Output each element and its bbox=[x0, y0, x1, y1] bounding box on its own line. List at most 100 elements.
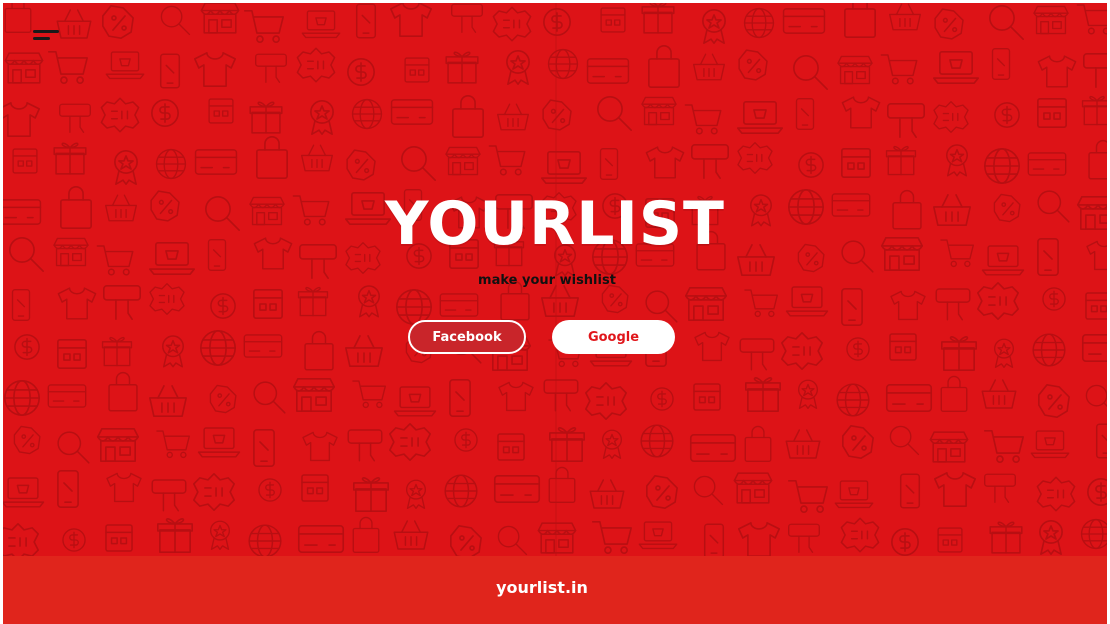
sale-tag-icon bbox=[3, 523, 40, 556]
credit-card-icon bbox=[1081, 334, 1107, 362]
shopping-bag-icon bbox=[304, 330, 334, 371]
storefront-icon bbox=[200, 3, 240, 34]
storefront-icon bbox=[96, 428, 140, 462]
globe-icon bbox=[1032, 333, 1066, 367]
coin-icon bbox=[1042, 287, 1066, 311]
magnifier-icon bbox=[497, 525, 528, 556]
basket-icon bbox=[345, 335, 383, 367]
award-icon bbox=[601, 429, 623, 459]
store-icon bbox=[889, 333, 917, 361]
globe-icon bbox=[200, 330, 236, 366]
t-shirt-icon bbox=[694, 331, 730, 362]
credit-card-icon bbox=[885, 384, 933, 412]
globe-icon bbox=[836, 383, 870, 417]
smartphone-icon bbox=[703, 523, 725, 556]
sale-tag-icon bbox=[976, 282, 1020, 320]
award-icon bbox=[702, 9, 726, 44]
magnifier-icon bbox=[253, 381, 286, 414]
globe-icon bbox=[1080, 518, 1107, 550]
store-icon bbox=[600, 7, 626, 33]
coin-icon bbox=[62, 528, 86, 552]
laptop-icon bbox=[1030, 430, 1070, 459]
storefront-icon bbox=[641, 96, 677, 126]
smartphone-icon bbox=[355, 3, 377, 39]
globe-icon bbox=[640, 424, 674, 458]
t-shirt-icon bbox=[645, 146, 685, 179]
shopping-bag-icon bbox=[940, 375, 968, 412]
shopping-cart-icon bbox=[983, 430, 1024, 463]
store-icon bbox=[301, 474, 329, 502]
globe-icon bbox=[248, 524, 282, 556]
basket-icon bbox=[497, 103, 529, 131]
basket-icon bbox=[785, 429, 821, 459]
gift-icon bbox=[989, 521, 1023, 554]
sale-tag-icon bbox=[584, 382, 628, 420]
award-icon bbox=[209, 520, 231, 550]
sale-tag-icon bbox=[780, 332, 824, 370]
t-shirt-icon bbox=[302, 431, 338, 462]
percent-icon bbox=[542, 99, 572, 131]
smartphone-icon bbox=[159, 53, 181, 89]
coin-icon bbox=[151, 99, 179, 127]
buy-sign-icon bbox=[935, 288, 971, 321]
store-icon bbox=[253, 289, 283, 319]
smartphone-icon bbox=[795, 98, 815, 130]
sale-tag-icon bbox=[296, 47, 336, 83]
storefront-icon bbox=[837, 55, 873, 85]
shopping-bag-icon bbox=[548, 466, 576, 503]
gift-icon bbox=[641, 3, 675, 34]
credit-card-icon bbox=[586, 58, 630, 84]
t-shirt-icon bbox=[193, 52, 237, 87]
storefront-icon bbox=[445, 146, 481, 176]
gift-icon bbox=[297, 286, 329, 317]
laptop-icon bbox=[540, 151, 588, 184]
smartphone-icon bbox=[899, 473, 921, 509]
shopping-cart-icon bbox=[352, 380, 386, 409]
t-shirt-icon bbox=[1037, 55, 1077, 88]
t-shirt-icon bbox=[933, 472, 977, 507]
globe-icon bbox=[547, 48, 579, 80]
gift-icon bbox=[157, 518, 193, 553]
smartphone-icon bbox=[253, 429, 275, 467]
gift-icon bbox=[549, 427, 585, 462]
sale-tag-icon bbox=[492, 6, 532, 42]
laptop-icon bbox=[785, 286, 829, 317]
store-icon bbox=[1037, 98, 1067, 128]
credit-card-icon bbox=[782, 8, 826, 34]
buy-sign-icon bbox=[59, 103, 91, 133]
magnifier-icon bbox=[989, 5, 1024, 40]
smartphone-icon bbox=[11, 289, 31, 321]
award-icon bbox=[310, 100, 334, 135]
shopping-bag-icon bbox=[108, 371, 138, 412]
laptop-icon bbox=[393, 386, 437, 417]
magnifier-icon bbox=[160, 5, 191, 36]
gift-icon bbox=[445, 51, 479, 84]
sale-tag-icon bbox=[388, 423, 432, 461]
sale-tag-icon bbox=[840, 517, 880, 553]
credit-card-icon bbox=[194, 149, 238, 175]
credit-card-icon bbox=[47, 384, 87, 408]
hero-section: YOURLIST make your wishlist Facebook Goo… bbox=[3, 3, 1107, 556]
google-login-button[interactable]: Google bbox=[552, 320, 675, 354]
globe-icon bbox=[155, 148, 187, 180]
tagline: make your wishlist bbox=[478, 273, 616, 288]
gift-icon bbox=[353, 477, 389, 512]
smartphone-icon bbox=[1095, 423, 1107, 459]
percent-icon bbox=[601, 284, 629, 314]
shopping-bag-icon bbox=[1088, 139, 1107, 180]
menu-button[interactable] bbox=[25, 21, 61, 49]
facebook-login-button[interactable]: Facebook bbox=[408, 320, 526, 354]
shopping-bag-icon bbox=[452, 95, 484, 138]
percent-icon bbox=[934, 8, 964, 40]
smartphone-icon bbox=[57, 470, 79, 508]
percent-icon bbox=[646, 475, 678, 509]
coin-icon bbox=[210, 293, 236, 319]
basket-icon bbox=[393, 520, 429, 550]
store-icon bbox=[497, 433, 525, 461]
percent-icon bbox=[1038, 384, 1070, 418]
site-link[interactable]: yourlist.in bbox=[3, 578, 1081, 597]
coin-icon bbox=[347, 58, 375, 86]
globe-icon bbox=[4, 380, 40, 416]
laptop-icon bbox=[301, 10, 341, 39]
award-icon bbox=[506, 50, 530, 85]
